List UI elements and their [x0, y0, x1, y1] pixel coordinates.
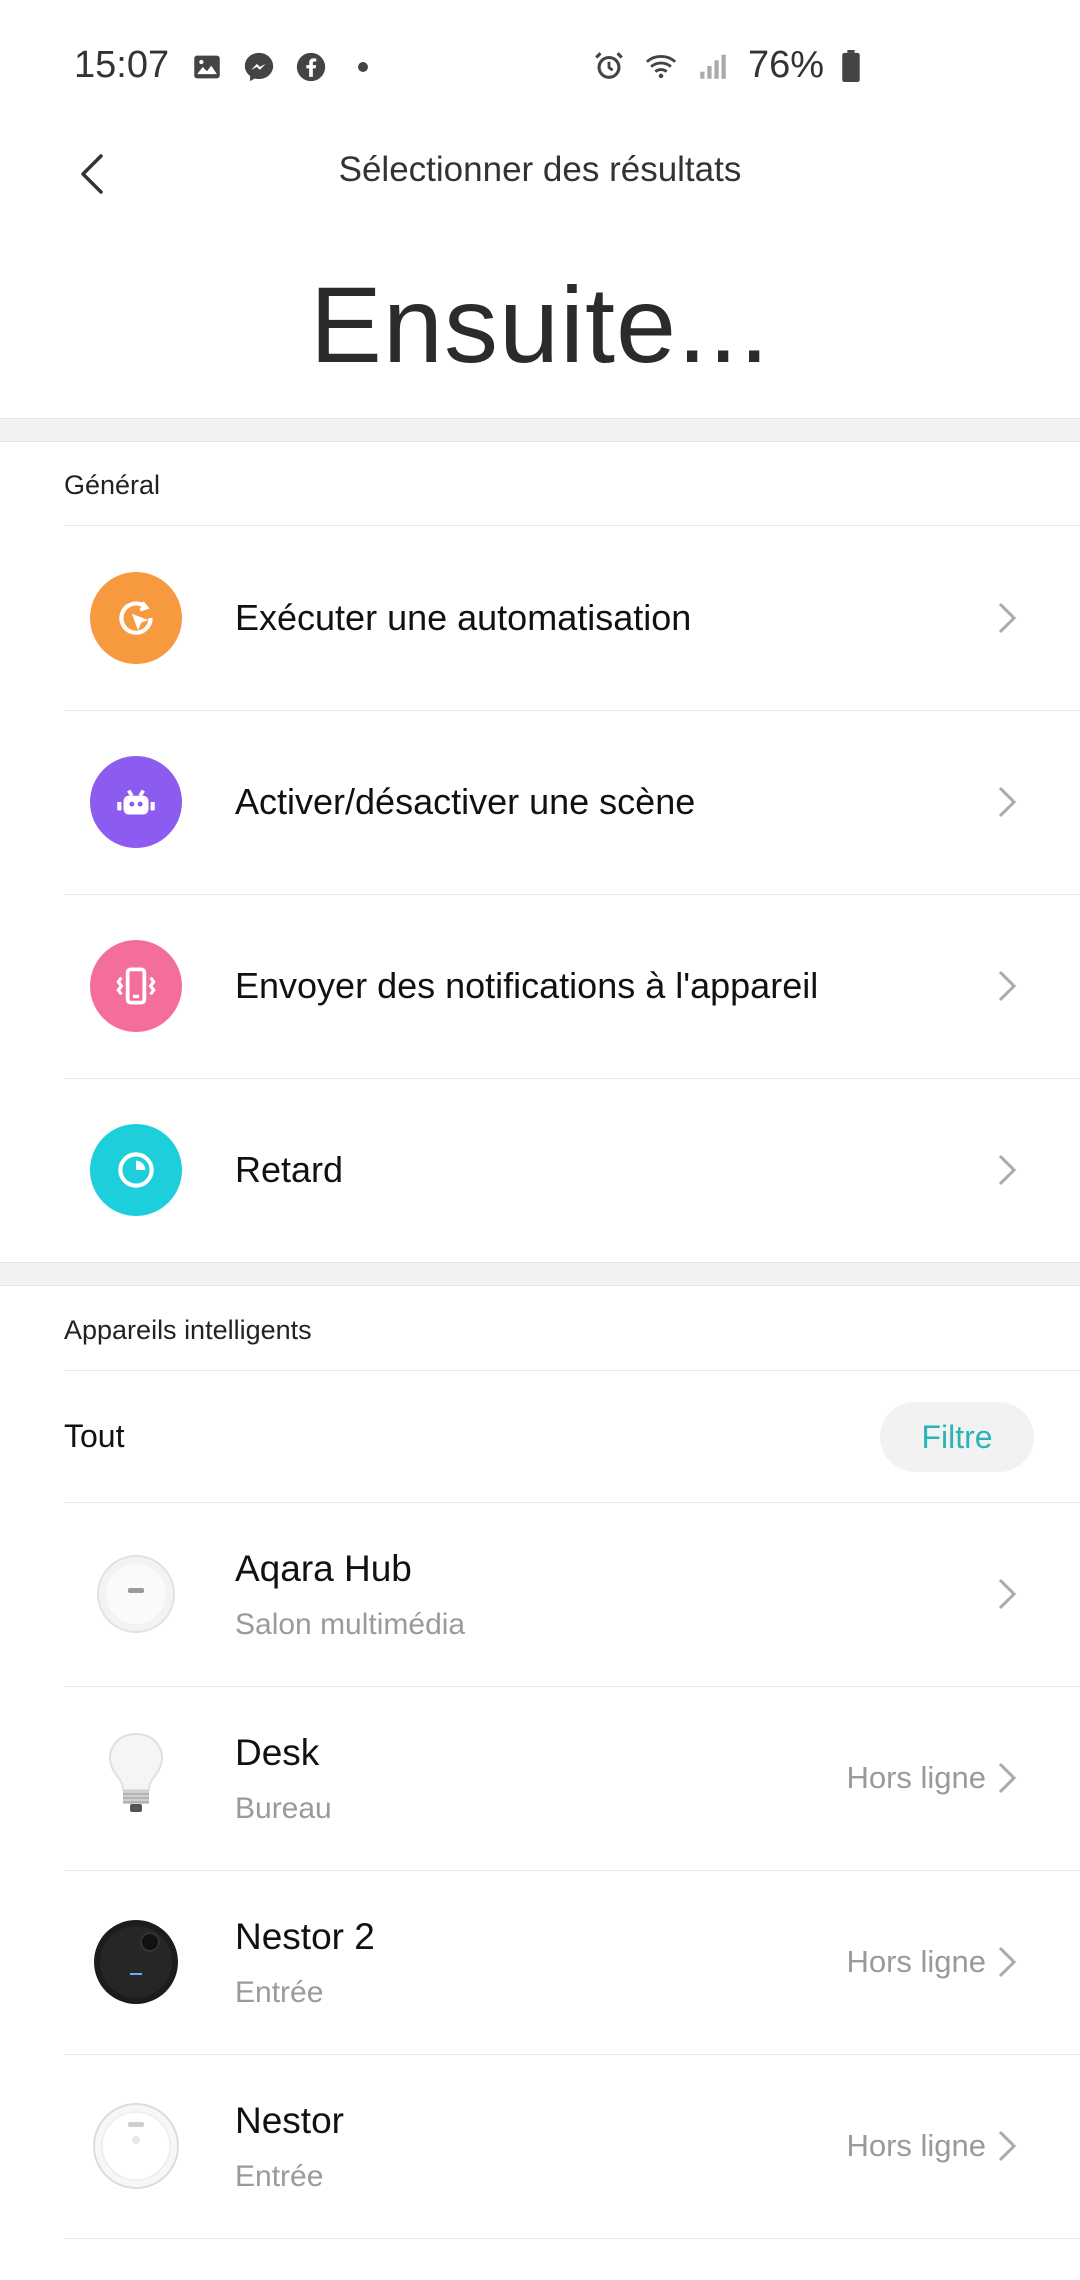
scene-robot-icon	[90, 756, 182, 848]
messenger-icon	[244, 52, 274, 82]
device-status: Hors ligne	[846, 2128, 986, 2163]
device-room: Bureau	[235, 1792, 332, 1825]
action-label: Envoyer des notifications à l'appareil	[235, 965, 819, 1006]
divider	[64, 2238, 1080, 2239]
device-status: Hors ligne	[846, 1944, 986, 1979]
divider	[64, 1370, 1080, 1371]
device-row-aqara-hub[interactable]: Aqara Hub Salon multimédia	[0, 1502, 1080, 1686]
phone-vibrate-icon	[90, 940, 182, 1032]
dot-icon	[358, 62, 368, 72]
hub-device-icon	[97, 1555, 175, 1633]
filter-all-label[interactable]: Tout	[64, 1418, 124, 1455]
device-name: Desk	[235, 1732, 320, 1773]
status-time: 15:07	[74, 44, 170, 86]
chevron-right-icon	[998, 2130, 1017, 2162]
chevron-right-icon	[998, 602, 1017, 634]
robot-vacuum-white-icon	[93, 2103, 179, 2189]
system-icons: 76%	[592, 44, 860, 87]
action-label: Activer/désactiver une scène	[235, 781, 696, 822]
robot-vacuum-black-icon	[94, 1920, 178, 2004]
facebook-icon	[296, 52, 326, 82]
device-room: Salon multimédia	[235, 1608, 466, 1641]
light-bulb-icon	[108, 1732, 164, 1812]
chevron-right-icon	[998, 1578, 1017, 1610]
status-bar: 15:07 76%	[0, 0, 1080, 140]
chevron-right-icon	[998, 1946, 1017, 1978]
device-status: Hors ligne	[846, 1760, 986, 1795]
device-row-desk[interactable]: Desk Bureau Hors ligne	[0, 1686, 1080, 1870]
big-heading: Ensuite...	[309, 264, 771, 385]
chevron-right-icon	[998, 1762, 1017, 1794]
device-room: Entrée	[235, 1976, 324, 2009]
chevron-right-icon	[998, 970, 1017, 1002]
signal-icon	[700, 54, 726, 79]
section-divider	[0, 418, 1080, 442]
wifi-icon	[645, 54, 677, 78]
device-room: Entrée	[235, 2160, 324, 2193]
alarm-icon	[595, 51, 623, 79]
section-label-smart-devices: Appareils intelligents	[64, 1315, 312, 1345]
battery-icon	[842, 49, 860, 82]
section-divider	[0, 1262, 1080, 1286]
battery-percent: 76%	[747, 44, 824, 86]
chevron-right-icon	[998, 786, 1017, 818]
timer-icon	[90, 1124, 182, 1216]
device-name: Nestor	[235, 2100, 344, 2141]
action-label: Exécuter une automatisation	[235, 597, 692, 638]
automation-cursor-icon	[90, 572, 182, 664]
device-name: Aqara Hub	[235, 1548, 412, 1589]
gallery-icon	[194, 55, 220, 79]
device-row-nestor[interactable]: Nestor Entrée Hors ligne	[0, 2054, 1080, 2238]
device-row-nestor-2[interactable]: Nestor 2 Entrée Hors ligne	[0, 1870, 1080, 2054]
action-row-delay[interactable]: Retard	[0, 1078, 1080, 1262]
action-row-send-notification[interactable]: Envoyer des notifications à l'appareil	[0, 894, 1080, 1078]
action-row-toggle-scene[interactable]: Activer/désactiver une scène	[0, 710, 1080, 894]
notification-icons	[190, 50, 380, 84]
page-title: Sélectionner des résultats	[338, 150, 742, 189]
action-label: Retard	[235, 1149, 344, 1190]
filter-button[interactable]: Filtre	[880, 1402, 1034, 1472]
chevron-right-icon	[998, 1154, 1017, 1186]
device-name: Nestor 2	[235, 1916, 375, 1957]
section-label-general: Général	[64, 470, 161, 500]
action-row-run-automation[interactable]: Exécuter une automatisation	[0, 526, 1080, 710]
